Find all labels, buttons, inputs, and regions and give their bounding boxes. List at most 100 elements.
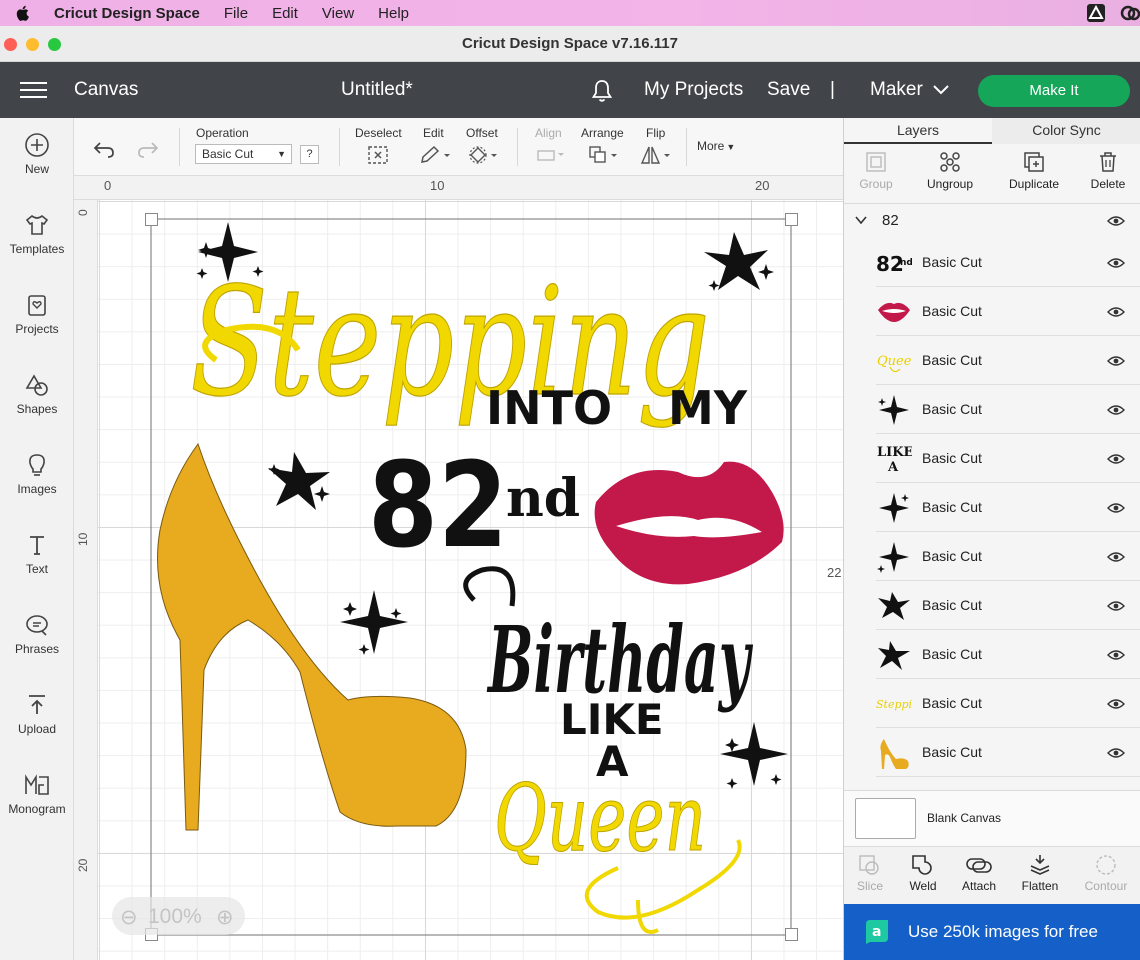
tool-upload[interactable]: Upload (0, 692, 74, 736)
eye-icon[interactable] (1107, 698, 1125, 710)
tab-layers[interactable]: Layers (844, 118, 992, 144)
save-button[interactable]: Save (767, 79, 810, 101)
tab-color-sync[interactable]: Color Sync (992, 118, 1140, 144)
tool-shapes[interactable]: Shapes (0, 372, 74, 416)
flatten-button[interactable]: Flatten (1020, 854, 1060, 893)
promo-banner[interactable]: a Use 250k images for free (844, 904, 1140, 960)
layer-row[interactable]: Basic Cut (876, 385, 1140, 434)
minimize-window-button[interactable] (26, 38, 39, 51)
chevron-down-icon[interactable] (855, 216, 867, 225)
tool-label: New (24, 162, 49, 176)
tool-phrases[interactable]: Phrases (0, 612, 74, 656)
hamburger-menu-icon[interactable] (20, 82, 47, 99)
resize-handle-top-left[interactable] (145, 213, 158, 226)
make-it-button[interactable]: Make It (978, 75, 1130, 107)
menu-edit[interactable]: Edit (272, 5, 298, 22)
ungroup-button[interactable]: Ungroup (924, 150, 976, 191)
eye-icon[interactable] (1107, 502, 1125, 514)
eye-icon[interactable] (1107, 747, 1125, 759)
menu-app-name[interactable]: Cricut Design Space (54, 5, 200, 22)
layer-row[interactable]: Stepping Basic Cut (876, 679, 1140, 728)
eye-icon[interactable] (1107, 257, 1125, 269)
design-canvas[interactable]: Stepping INTO MY 82 nd Birthday LIKE A Q… (98, 200, 843, 960)
blank-canvas-swatch[interactable] (855, 798, 916, 839)
zoom-in-icon[interactable]: ⊕ (216, 905, 234, 930)
drive-icon[interactable] (1086, 3, 1106, 23)
menu-help[interactable]: Help (378, 5, 409, 22)
action-label: Ungroup (926, 177, 974, 191)
layer-row[interactable]: Basic Cut (876, 728, 1140, 777)
zoom-out-icon[interactable]: ⊖ (120, 905, 138, 930)
tool-projects[interactable]: Projects (0, 292, 74, 336)
bell-icon[interactable] (590, 78, 614, 104)
layer-bottom-actions: Slice Weld Attach Flatten Contour (844, 846, 1140, 904)
layer-name: Basic Cut (922, 548, 982, 564)
eye-icon[interactable] (1107, 215, 1125, 227)
layer-row[interactable]: Basic Cut (876, 581, 1140, 630)
creative-cloud-icon[interactable] (1120, 3, 1140, 23)
layer-row[interactable]: Basic Cut (876, 287, 1140, 336)
tool-images[interactable]: Images (0, 452, 74, 496)
eye-icon[interactable] (1107, 551, 1125, 563)
weld-button[interactable]: Weld (906, 854, 940, 893)
tool-label: Phrases (14, 642, 60, 656)
undo-icon[interactable] (92, 140, 116, 158)
offset-label[interactable]: Offset (466, 126, 498, 140)
layer-group-row[interactable]: 82 (844, 204, 1140, 238)
layer-name: Basic Cut (922, 744, 982, 760)
tool-new[interactable]: New (0, 132, 74, 176)
svg-text:Queen: Queen (877, 354, 912, 369)
flip-icon[interactable] (640, 145, 674, 165)
edit-label[interactable]: Edit (423, 126, 444, 140)
birthday-design[interactable]: Stepping INTO MY 82 nd Birthday LIKE A Q… (98, 200, 843, 960)
delete-button[interactable]: Delete (1088, 150, 1128, 191)
menu-file[interactable]: File (224, 5, 248, 22)
document-title[interactable]: Untitled* (341, 79, 413, 101)
layer-row[interactable]: Basic Cut (876, 483, 1140, 532)
deselect-label[interactable]: Deselect (355, 126, 402, 140)
operation-help-button[interactable]: ? (300, 145, 319, 164)
eye-icon[interactable] (1107, 355, 1125, 367)
layer-row[interactable]: Basic Cut (876, 532, 1140, 581)
arrange-label[interactable]: Arrange (581, 126, 624, 140)
blank-canvas-row[interactable]: Blank Canvas (844, 790, 1140, 846)
svg-text:nd: nd (900, 258, 912, 268)
resize-handle-bottom-right[interactable] (785, 928, 798, 941)
layer-row[interactable]: LIKE A Basic Cut (876, 434, 1140, 483)
menu-view[interactable]: View (322, 5, 354, 22)
tool-monogram[interactable]: Monogram (0, 772, 74, 816)
chevron-down-icon[interactable] (932, 84, 950, 96)
operation-select[interactable]: Basic Cut ▼ (195, 144, 292, 164)
edit-pencil-icon[interactable] (419, 145, 453, 165)
attach-button[interactable]: Attach (960, 854, 998, 893)
layer-row[interactable]: Basic Cut (876, 630, 1140, 679)
duplicate-button[interactable]: Duplicate (1004, 150, 1064, 191)
apple-logo-icon[interactable] (14, 4, 32, 22)
suffix-text: nd (506, 468, 580, 529)
offset-icon[interactable] (467, 145, 501, 165)
layer-row[interactable]: 82nd Basic Cut (876, 238, 1140, 287)
eye-icon[interactable] (1107, 306, 1125, 318)
more-menu[interactable]: More ▼ (697, 139, 735, 153)
eye-icon[interactable] (1107, 453, 1125, 465)
width-dimension-label: 22 (827, 565, 842, 580)
window-title: Cricut Design Space v7.16.117 (462, 35, 678, 52)
deselect-icon[interactable] (367, 145, 389, 165)
my-projects-link[interactable]: My Projects (644, 79, 743, 101)
eye-icon[interactable] (1107, 404, 1125, 416)
eye-icon[interactable] (1107, 600, 1125, 612)
trash-icon (1100, 152, 1116, 172)
tool-templates[interactable]: Templates (0, 212, 74, 256)
close-window-button[interactable] (4, 38, 17, 51)
flip-label[interactable]: Flip (646, 126, 665, 140)
resize-handle-top-right[interactable] (785, 213, 798, 226)
machine-selector[interactable]: Maker (870, 79, 923, 101)
zoom-window-button[interactable] (48, 38, 61, 51)
layer-actions-bar: Group Ungroup Duplicate Delete (844, 144, 1140, 204)
tool-text[interactable]: Text (0, 532, 74, 576)
layers-panel: Layers Color Sync Group Ungroup Duplicat… (843, 118, 1140, 960)
eye-icon[interactable] (1107, 649, 1125, 661)
thumb-star-icon (878, 592, 910, 620)
arrange-icon[interactable] (588, 145, 622, 165)
layer-row[interactable]: Queen Basic Cut (876, 336, 1140, 385)
